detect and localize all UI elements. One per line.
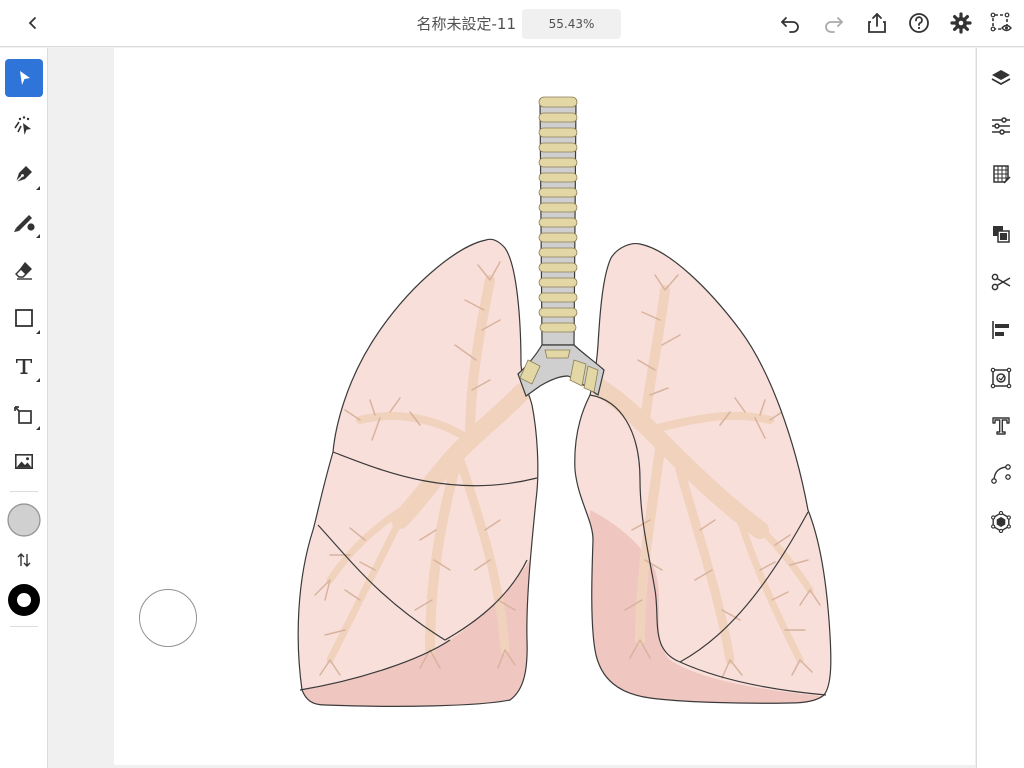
left-toolbar [0,48,48,768]
eraser-icon [15,262,32,280]
document-title[interactable]: 名称未設定-11 [380,13,516,34]
appearance-icon [991,511,1011,533]
eraser-tool[interactable] [5,251,43,289]
app-window: 名称未設定-11 55.43% [0,0,1024,768]
redo-button[interactable] [821,10,847,36]
chevron-left-icon [28,17,36,29]
submenu-indicator [36,234,40,238]
image-icon [15,454,33,469]
touch-shortcut-control[interactable] [139,589,197,647]
gear-icon [950,12,972,34]
type-tool[interactable] [5,347,43,385]
type-panel-icon [992,417,1010,435]
appearance-button[interactable] [988,509,1014,535]
path-button[interactable] [988,461,1014,487]
submenu-indicator [36,426,40,430]
fill-swatch-circle [7,503,41,537]
image-place-tool[interactable] [5,443,43,481]
pencil-brush-tool[interactable] [5,203,43,241]
submenu-indicator [36,186,40,190]
submenu-indicator [36,378,40,382]
zoom-level[interactable]: 55.43% [522,9,621,39]
canvas-area[interactable] [49,48,976,768]
swap-colors-button[interactable] [5,541,43,579]
undo-button[interactable] [777,10,803,36]
type-icon [16,359,32,374]
type-panel-button[interactable] [988,413,1014,439]
scissors-button[interactable] [988,269,1014,295]
grid-icon [993,165,1011,184]
fill-color-swatch[interactable] [5,501,43,539]
stroke-color-swatch[interactable] [5,581,43,619]
path-icon [991,464,1011,484]
properties-sliders-icon [992,117,1010,135]
scissors-icon [991,273,1011,291]
direct-select-icon [14,116,31,135]
redo-icon [825,17,843,33]
align-icon [992,321,1009,339]
preview-eye-icon [990,12,1012,32]
artboard[interactable] [114,48,975,765]
toolbar-divider [10,626,38,627]
transform-tool[interactable] [5,395,43,433]
toolbar-divider [10,491,38,492]
align-button[interactable] [988,317,1014,343]
stroke-swatch-ring [8,584,40,616]
layers-button[interactable] [988,65,1014,91]
swap-arrows-icon [17,553,31,567]
selection-tool[interactable] [5,59,43,97]
shape-tool[interactable] [5,299,43,337]
arrow-pointer-icon [20,71,30,85]
pen-tool[interactable] [5,155,43,193]
help-icon [909,13,929,33]
layers-icon [991,70,1011,86]
share-button[interactable] [864,10,890,36]
properties-button[interactable] [988,113,1014,139]
repeat-button[interactable] [988,365,1014,391]
right-panel [976,48,1024,768]
pen-nib-icon [15,166,32,183]
preview-button[interactable] [989,10,1015,36]
transform-icon [14,406,32,424]
pencil-brush-icon [14,215,35,232]
arrange-icon [993,226,1010,243]
repeat-icon [990,367,1012,389]
rectangle-icon [15,309,33,327]
grid-button[interactable] [988,161,1014,187]
zoom-level-text: 55.43% [548,17,595,31]
help-button[interactable] [906,10,932,36]
arrange-button[interactable] [988,221,1014,247]
top-bar: 名称未設定-11 55.43% [0,0,1024,47]
undo-icon [781,17,799,33]
submenu-indicator [36,330,40,334]
direct-selection-tool[interactable] [5,107,43,145]
share-icon [868,13,886,33]
back-button[interactable] [20,10,46,36]
settings-button[interactable] [948,10,974,36]
